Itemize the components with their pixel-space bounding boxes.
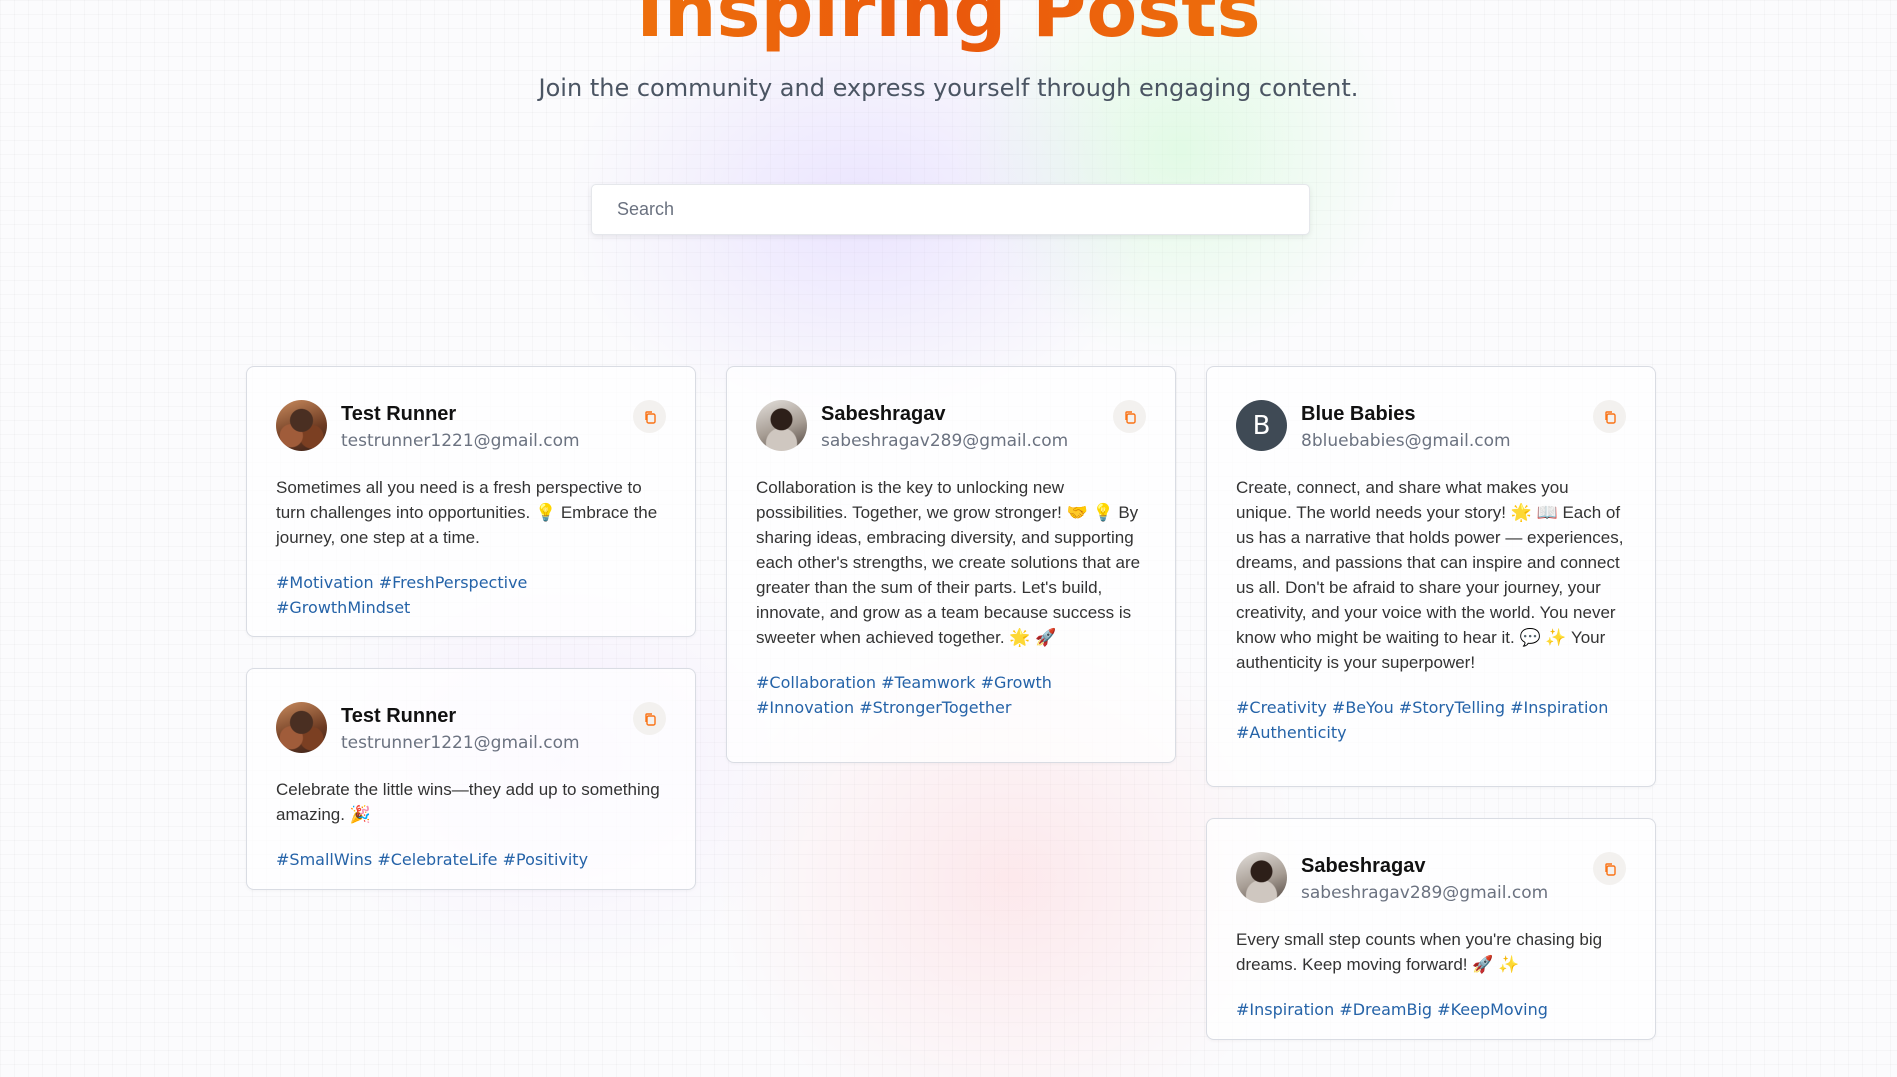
copy-icon bbox=[1604, 410, 1616, 424]
search-input[interactable] bbox=[592, 185, 1309, 234]
user-email: 8bluebabies@gmail.com bbox=[1301, 431, 1511, 451]
user-name: Sabeshragav bbox=[1301, 855, 1426, 877]
post-text: Create, connect, and share what makes yo… bbox=[1236, 478, 1624, 672]
post-card: B Blue Babies 8bluebabies@gmail.com Crea… bbox=[1206, 366, 1656, 787]
user-email: testrunner1221@gmail.com bbox=[341, 733, 580, 753]
user-name: Test Runner bbox=[341, 403, 457, 425]
copy-button[interactable] bbox=[633, 400, 666, 433]
avatar-initial: B bbox=[1252, 410, 1271, 441]
copy-button[interactable] bbox=[1593, 400, 1626, 433]
user-email: testrunner1221@gmail.com bbox=[341, 431, 580, 451]
user-avatar: B bbox=[1236, 400, 1287, 451]
copy-button[interactable] bbox=[633, 702, 666, 735]
user-name: Test Runner bbox=[341, 705, 457, 727]
user-email: sabeshragav289@gmail.com bbox=[1301, 883, 1549, 903]
post-hashtags[interactable]: #Collaboration #Teamwork #Growth #Innova… bbox=[756, 670, 1146, 720]
user-avatar bbox=[276, 702, 327, 753]
user-avatar bbox=[1236, 852, 1287, 903]
post-hashtags[interactable]: #Inspiration #DreamBig #KeepMoving bbox=[1236, 997, 1626, 1022]
copy-button[interactable] bbox=[1593, 852, 1626, 885]
post-card: Test Runner testrunner1221@gmail.com Cel… bbox=[246, 668, 696, 890]
copy-icon bbox=[644, 712, 656, 726]
post-hashtags[interactable]: #SmallWins #CelebrateLife #Positivity bbox=[276, 847, 666, 872]
user-name: Sabeshragav bbox=[821, 403, 946, 425]
post-text: Celebrate the little wins—they add up to… bbox=[276, 780, 660, 824]
user-avatar bbox=[756, 400, 807, 451]
post-text: Collaboration is the key to unlocking ne… bbox=[756, 478, 1141, 647]
page-subtitle: Join the community and express yourself … bbox=[538, 74, 1359, 102]
user-avatar bbox=[276, 400, 327, 451]
post-card: Sabeshragav sabeshragav289@gmail.com Col… bbox=[726, 366, 1176, 763]
post-text: Every small step counts when you're chas… bbox=[1236, 930, 1603, 974]
user-name: Blue Babies bbox=[1301, 403, 1416, 425]
post-text: Sometimes all you need is a fresh perspe… bbox=[276, 478, 658, 547]
post-card: Test Runner testrunner1221@gmail.com Som… bbox=[246, 366, 696, 637]
user-email: sabeshragav289@gmail.com bbox=[821, 431, 1069, 451]
copy-icon bbox=[1604, 862, 1616, 876]
copy-icon bbox=[1124, 410, 1136, 424]
copy-button[interactable] bbox=[1113, 400, 1146, 433]
copy-icon bbox=[644, 410, 656, 424]
post-hashtags[interactable]: #Motivation #FreshPerspective #GrowthMin… bbox=[276, 570, 666, 620]
post-card: Sabeshragav sabeshragav289@gmail.com Eve… bbox=[1206, 818, 1656, 1040]
page-title: Inspiring Posts bbox=[0, 0, 1897, 56]
post-hashtags[interactable]: #Creativity #BeYou #StoryTelling #Inspir… bbox=[1236, 695, 1626, 745]
search-bar bbox=[591, 184, 1310, 235]
